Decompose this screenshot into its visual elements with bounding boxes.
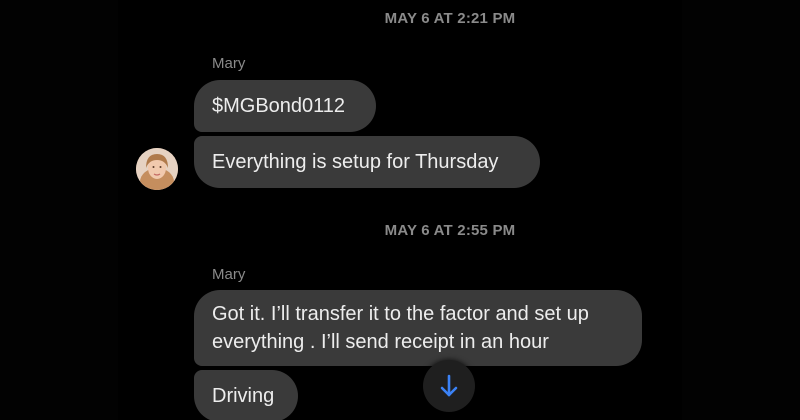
message-text-1: $MGBond0112: [212, 95, 346, 117]
message-text-2: Everything is setup for Thursday: [212, 151, 499, 173]
message-bubble-3[interactable]: Got it. I’ll transfer it to the factor a…: [194, 290, 642, 366]
message-bubble-2[interactable]: Everything is setup for Thursday: [194, 136, 540, 188]
avatar[interactable]: [136, 148, 178, 190]
left-margin: [0, 0, 118, 420]
timestamp-1: MAY 6 AT 2:21 PM: [384, 10, 516, 27]
message-text-4: Driving: [212, 385, 275, 407]
profile-photo-icon: [136, 148, 178, 190]
sender-name-1: Mary: [212, 55, 246, 72]
scroll-to-bottom-button[interactable]: [423, 360, 475, 412]
message-bubble-1[interactable]: $MGBond0112: [194, 80, 376, 132]
message-bubble-4[interactable]: Driving: [194, 370, 298, 420]
arrow-down-icon: [440, 374, 458, 397]
messenger-screen: MAY 6 AT 2:21 PM Mary $MGBond0112 Everyt…: [0, 0, 800, 420]
message-text-3-line-1: Got it. I’ll transfer it to the factor a…: [212, 303, 589, 325]
right-margin: [682, 0, 800, 420]
timestamp-2: MAY 6 AT 2:55 PM: [384, 222, 516, 239]
sender-name-2: Mary: [212, 266, 246, 283]
message-text-3-line-2: everything . I’ll send receipt in an hou…: [212, 331, 549, 353]
